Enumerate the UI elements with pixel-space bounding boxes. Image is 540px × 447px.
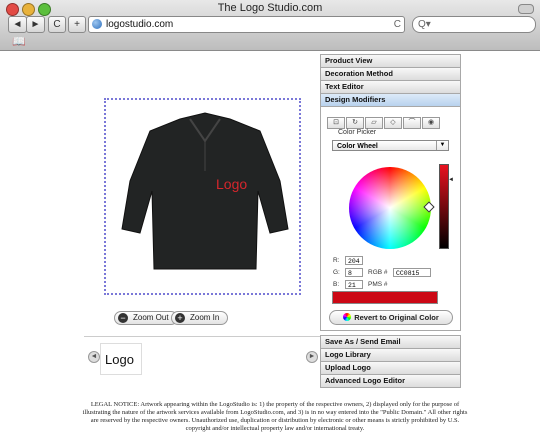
page-content: Logo − Zoom Out + Zoom In ◄ ► Logo Product… (0, 51, 540, 447)
brightness-slider-handle[interactable]: ◄ (448, 177, 454, 183)
g-input[interactable]: 8 (345, 268, 363, 277)
color-wheel-icon[interactable]: ◉ (422, 117, 440, 129)
section-save-as[interactable]: Save As / Send Email (320, 335, 461, 349)
search-icon: Q▾ (418, 19, 431, 30)
zoom-in-label: Zoom In (190, 313, 220, 322)
revert-label: Revert to Original Color (354, 313, 439, 322)
zoom-in-button[interactable]: + Zoom In (171, 311, 229, 325)
globe-icon (92, 19, 102, 29)
arc-icon[interactable]: ⌒ (403, 117, 421, 129)
logo-thumb-image: Logo (105, 352, 134, 367)
b-input[interactable]: 21 (345, 280, 363, 289)
section-logo-library[interactable]: Logo Library (320, 349, 461, 362)
back-button[interactable]: ◄ (8, 16, 27, 33)
perspective-icon[interactable]: ▱ (365, 117, 383, 129)
section-text-editor[interactable]: Text Editor (320, 81, 461, 94)
logo-thumbnail[interactable]: Logo (100, 343, 142, 375)
forward-arrow-icon: ► (30, 19, 41, 30)
url-text: logostudio.com (106, 19, 174, 30)
rgb-hex-input[interactable]: CC0815 (393, 268, 431, 277)
b-label: B: (333, 281, 340, 288)
design-modifiers-body: ⊡ ↻ ▱ ◇ ⌒ ◉ Color Picker Color Wheel ▼ ◄ R: 20… (320, 107, 461, 331)
zoom-out-button[interactable]: − Zoom Out (114, 311, 178, 325)
skew-icon[interactable]: ◇ (384, 117, 402, 129)
rgb-label: RGB # (368, 269, 388, 276)
picker-mode-select[interactable]: Color Wheel ▼ (332, 140, 449, 151)
zoom-out-label: Zoom Out (133, 313, 169, 322)
modifier-toolbar: ⊡ ↻ ▱ ◇ ⌒ ◉ (327, 111, 441, 129)
tray-divider (84, 336, 320, 337)
g-label: G: (333, 269, 340, 276)
color-picker-label: Color Picker (338, 129, 377, 136)
toolbar-toggle-button[interactable] (518, 4, 534, 14)
reload-icon: C (53, 19, 61, 30)
section-product-view[interactable]: Product View (320, 54, 461, 68)
search-field[interactable]: Q▾ (412, 16, 536, 33)
tray-prev-button[interactable]: ◄ (88, 351, 100, 363)
section-upload-logo[interactable]: Upload Logo (320, 362, 461, 375)
minus-icon: − (118, 313, 128, 323)
rotate-icon[interactable]: ↻ (346, 117, 364, 129)
window-title: The Logo Studio.com (217, 2, 323, 14)
shirt-logo-text: Logo (216, 176, 247, 192)
bookmarks-icon[interactable]: 📖 (12, 35, 26, 48)
shirt-image: Logo (121, 112, 289, 270)
scale-icon[interactable]: ⊡ (327, 117, 345, 129)
address-bar[interactable]: logostudio.com C (88, 16, 405, 33)
reload-button[interactable]: C (48, 16, 66, 33)
color-wheel-icon (343, 313, 352, 321)
editor-panel: Product View Decoration Method Text Edit… (320, 54, 461, 388)
back-arrow-icon: ◄ (12, 19, 23, 30)
revert-color-button[interactable]: Revert to Original Color (329, 310, 453, 325)
logo-thumb-text: Logo (105, 352, 134, 367)
forward-button[interactable]: ► (26, 16, 45, 33)
r-input[interactable]: 204 (345, 256, 363, 265)
legal-notice: LEGAL NOTICE: Artwork appearing within t… (82, 401, 468, 432)
section-decoration-method[interactable]: Decoration Method (320, 68, 461, 81)
color-swatch (332, 291, 438, 304)
plus-icon: + (175, 313, 185, 323)
browser-chrome: The Logo Studio.com ◄ ► C + logostudio.c… (0, 0, 540, 51)
add-bookmark-button[interactable]: + (68, 16, 86, 33)
section-design-modifiers[interactable]: Design Modifiers (320, 94, 461, 107)
tray-next-button[interactable]: ► (306, 351, 318, 363)
pms-label: PMS # (368, 281, 388, 288)
color-wheel[interactable] (349, 167, 431, 249)
r-label: R: (333, 257, 340, 264)
section-advanced-editor[interactable]: Advanced Logo Editor (320, 375, 461, 388)
plus-icon: + (74, 19, 80, 30)
reload-icon[interactable]: C (394, 17, 401, 32)
chevron-down-icon: ▼ (436, 141, 448, 150)
picker-mode-value: Color Wheel (337, 143, 378, 150)
